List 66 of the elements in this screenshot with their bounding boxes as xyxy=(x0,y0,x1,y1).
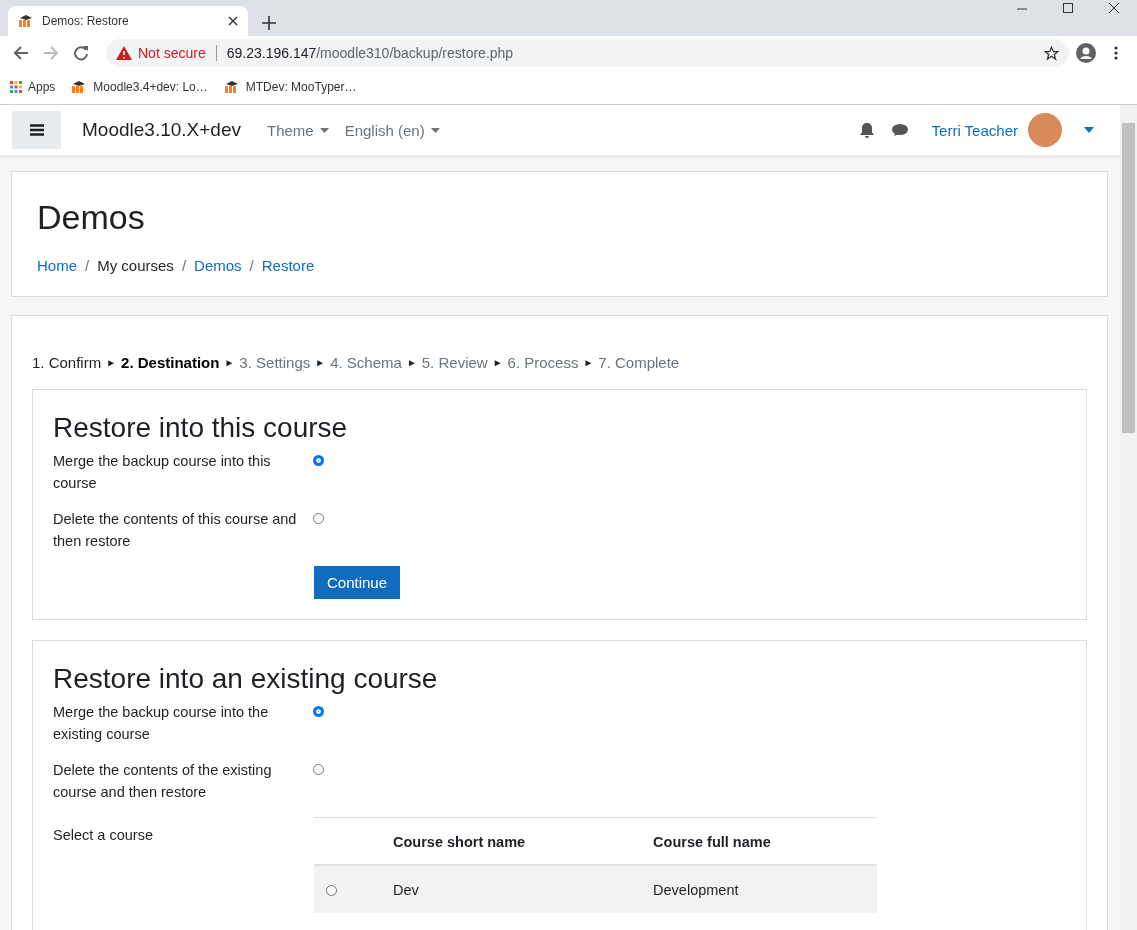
breadcrumb-separator: / xyxy=(85,257,90,274)
chat-bubble-icon[interactable] xyxy=(891,123,908,137)
option-label: Merge the backup course into the existing course xyxy=(53,703,270,744)
moodle-logo-icon xyxy=(223,81,240,93)
breadcrumb-separator: / xyxy=(181,257,187,274)
caret-icon xyxy=(430,127,440,133)
apps-grid-icon xyxy=(10,81,22,93)
radio-button[interactable] xyxy=(313,455,324,466)
progress-step: 7. Complete xyxy=(598,354,680,371)
user-avatar[interactable] xyxy=(1028,113,1062,147)
radio-button[interactable] xyxy=(313,513,324,524)
menu-icon xyxy=(29,124,44,136)
step-separator: ► xyxy=(406,357,417,368)
progress-step: 5. Review xyxy=(421,354,488,371)
close-icon[interactable] xyxy=(228,16,238,26)
step-separator: ► xyxy=(315,357,326,368)
section-heading: Restore into an existing course xyxy=(53,663,439,695)
table-cell: Development xyxy=(641,865,877,913)
bell-icon[interactable] xyxy=(859,122,874,138)
account-icon[interactable] xyxy=(1073,40,1099,66)
security-label: Not secure xyxy=(138,45,206,61)
breadcrumb-link[interactable]: Restore xyxy=(261,257,315,274)
breadcrumb-item: My courses xyxy=(97,257,174,274)
bookmark[interactable]: Apps xyxy=(10,80,56,94)
section-heading: Restore into this course xyxy=(53,412,349,444)
option-label: Merge the backup course into this course xyxy=(53,452,272,493)
continue-button[interactable]: Continue xyxy=(314,566,401,599)
radio-button[interactable] xyxy=(313,706,324,717)
progress-step: 3. Settings xyxy=(239,354,311,371)
progress-step: 1. Confirm xyxy=(32,354,102,371)
url-text: 69.23.196.147/moodle310/backup/restore.php xyxy=(226,45,514,61)
bookmark[interactable]: Moodle3.4+dev: Lo… xyxy=(71,80,208,94)
step-separator: ► xyxy=(583,357,594,368)
breadcrumb-link[interactable]: Home xyxy=(37,257,77,274)
step-separator: ► xyxy=(224,357,235,368)
progress-step: 4. Schema xyxy=(330,354,402,371)
breadcrumb-separator: / xyxy=(249,257,254,274)
menu-button[interactable] xyxy=(12,111,61,149)
option-label: Delete the contents of this course and then restore xyxy=(53,510,298,551)
address-bar[interactable]: Not secure 69.23.196.147/moodle310/backup/restore.php xyxy=(106,39,1069,67)
step-separator: ► xyxy=(106,357,117,368)
caret-icon xyxy=(319,127,329,133)
tab-title: Demos: Restore xyxy=(42,14,130,28)
site-name[interactable]: Moodle3.10.X+dev xyxy=(82,119,241,141)
radio-button[interactable] xyxy=(326,885,337,896)
dropdown-menu[interactable]: English (en) xyxy=(344,121,440,139)
table-cell: Dev xyxy=(381,865,642,913)
scrollbar-thumb[interactable] xyxy=(1122,123,1135,433)
moodle-logo-icon xyxy=(18,15,34,27)
user-name[interactable]: Terri Teacher xyxy=(931,121,1018,139)
warning-icon xyxy=(116,46,132,60)
browser-tab[interactable]: Demos: Restore xyxy=(8,6,248,36)
step-separator: ► xyxy=(492,357,503,368)
plus-icon[interactable] xyxy=(262,16,276,30)
star-icon[interactable] xyxy=(1044,45,1059,61)
option-label: Delete the contents of the existing course and then restore xyxy=(53,761,273,802)
select-label: Select a course xyxy=(53,826,154,845)
scrollbar[interactable] xyxy=(1120,105,1137,930)
radio-button[interactable] xyxy=(313,764,324,775)
progress-step: 6. Process xyxy=(507,354,579,371)
dropdown-menu[interactable]: Theme xyxy=(267,121,329,139)
caret-icon[interactable] xyxy=(1084,127,1094,133)
bookmark[interactable]: MTDev: MooTyper… xyxy=(223,80,357,94)
page-title: Demos xyxy=(37,198,146,237)
progress-step: 2. Destination xyxy=(121,354,220,371)
breadcrumb-link[interactable]: Demos xyxy=(194,257,242,274)
